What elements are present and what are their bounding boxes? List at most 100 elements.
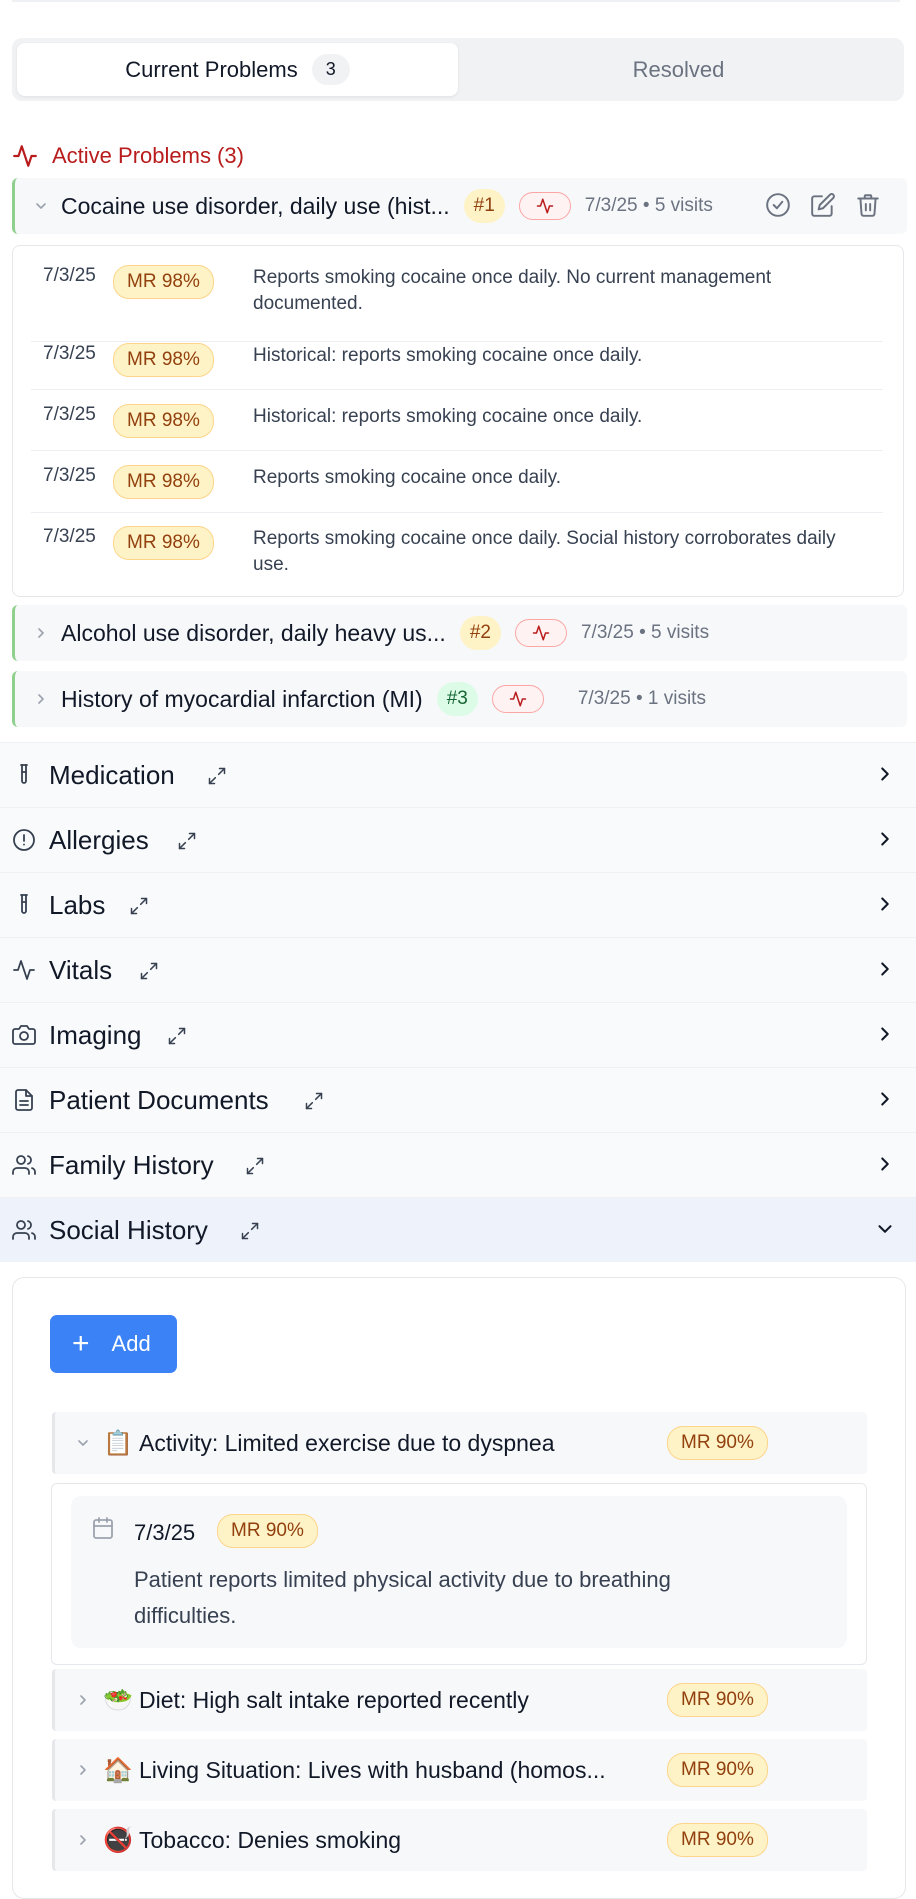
divider — [31, 512, 883, 513]
match-badge: MR 90% — [667, 1753, 768, 1787]
problem-number-badge: #1 — [463, 189, 505, 223]
chevron-right-icon[interactable] — [75, 1762, 99, 1778]
section-labs[interactable]: Labs — [0, 872, 916, 937]
social-item-living-situation[interactable]: 🏠 Living Situation: Lives with husband (… — [52, 1739, 867, 1801]
chevron-right-icon[interactable] — [874, 828, 896, 850]
problem-row-2[interactable]: Alcohol use disorder, daily heavy us... … — [12, 605, 907, 661]
problem-meta: 7/3/25 • 5 visits — [584, 195, 713, 216]
problem-title: Alcohol use disorder, daily heavy us... — [61, 619, 446, 646]
section-label: Social History — [49, 1214, 208, 1245]
plus-icon: + — [72, 1327, 90, 1360]
section-allergies[interactable]: Allergies — [0, 807, 916, 872]
problem-row-1[interactable]: Cocaine use disorder, daily use (hist...… — [12, 178, 907, 234]
maximize-icon[interactable] — [207, 766, 227, 786]
maximize-icon[interactable] — [139, 961, 159, 981]
match-badge: MR 90% — [217, 1514, 318, 1548]
entry-date: 7/3/25 — [43, 465, 96, 486]
chevron-right-icon[interactable] — [874, 763, 896, 785]
entry-text: Reports smoking cocaine once daily. No c… — [253, 267, 772, 314]
maximize-icon[interactable] — [177, 831, 197, 851]
activity-icon — [13, 145, 37, 167]
match-badge: MR 90% — [667, 1426, 768, 1460]
section-family-history[interactable]: Family History — [0, 1132, 916, 1197]
maximize-icon[interactable] — [129, 896, 149, 916]
social-item-diet[interactable]: 🥗 Diet: High salt intake reported recent… — [52, 1669, 867, 1731]
chevron-down-icon[interactable] — [33, 198, 61, 214]
activity-badge — [514, 619, 567, 647]
problem-number-badge: #2 — [459, 616, 501, 650]
match-badge: MR 98% — [113, 343, 214, 377]
add-button-label: Add — [111, 1331, 151, 1356]
maximize-icon[interactable] — [240, 1221, 260, 1241]
section-label: Imaging — [49, 1019, 142, 1050]
maximize-icon[interactable] — [167, 1026, 187, 1046]
section-social-history[interactable]: Social History — [0, 1197, 916, 1262]
trash-icon[interactable] — [855, 192, 881, 218]
section-label: Family History — [49, 1149, 214, 1180]
section-label: Patient Documents — [49, 1084, 269, 1115]
entry-date: 7/3/25 — [43, 343, 96, 364]
problem-title: Cocaine use disorder, daily use (hist... — [61, 192, 450, 219]
chevron-right-icon[interactable] — [874, 1153, 896, 1175]
problem-number-badge: #3 — [436, 682, 478, 716]
chevron-right-icon[interactable] — [75, 1692, 99, 1708]
match-badge: MR 90% — [667, 1823, 768, 1857]
maximize-icon[interactable] — [304, 1091, 324, 1111]
chevron-right-icon[interactable] — [874, 1088, 896, 1110]
chevron-right-icon[interactable] — [874, 958, 896, 980]
active-problems-title: Active Problems (3) — [52, 143, 244, 168]
entry-date: 7/3/25 — [43, 265, 96, 286]
top-divider — [12, 0, 900, 2]
section-medication[interactable]: Medication — [0, 742, 916, 807]
maximize-icon[interactable] — [245, 1156, 265, 1176]
activity-icon — [13, 960, 35, 980]
tab-resolved[interactable]: Resolved — [458, 43, 899, 96]
social-item-label: Tobacco: Denies smoking — [139, 1826, 402, 1853]
tab-current-label: Current Problems — [125, 56, 298, 82]
social-history-panel: + Add 📋 Activity: Limited exercise due t… — [12, 1277, 906, 1899]
match-badge: MR 90% — [667, 1683, 768, 1717]
activity-icon — [536, 198, 554, 214]
chevron-right-icon[interactable] — [75, 1832, 99, 1848]
chevron-right-icon[interactable] — [874, 1023, 896, 1045]
activity-badge — [491, 685, 544, 713]
entry-date: 7/3/25 — [43, 404, 96, 425]
section-label: Labs — [49, 889, 106, 920]
detail-card: 7/3/25 MR 90% Patient reports limited ph… — [71, 1496, 847, 1648]
entry-text: Historical: reports smoking cocaine once… — [253, 406, 643, 427]
chevron-right-icon[interactable] — [33, 625, 61, 641]
social-item-label: Living Situation: Lives with husband (ho… — [139, 1756, 606, 1783]
check-circle-icon[interactable] — [765, 192, 791, 218]
match-badge: MR 98% — [113, 404, 214, 438]
section-label: Vitals — [49, 954, 113, 985]
section-vitals[interactable]: Vitals — [0, 937, 916, 1002]
section-imaging[interactable]: Imaging — [0, 1002, 916, 1067]
alert-circle-icon — [13, 829, 35, 851]
users-icon — [12, 1220, 36, 1240]
activity-badge — [518, 192, 571, 220]
problem-tabs: Current Problems 3 Resolved — [12, 38, 904, 101]
chevron-right-icon[interactable] — [874, 893, 896, 915]
social-item-activity[interactable]: 📋 Activity: Limited exercise due to dysp… — [52, 1412, 867, 1474]
test-tube-icon — [20, 764, 28, 784]
chevron-down-icon[interactable] — [874, 1218, 896, 1240]
social-item-detail: 7/3/25 MR 90% Patient reports limited ph… — [51, 1483, 867, 1665]
tab-current-problems[interactable]: Current Problems 3 — [17, 43, 458, 96]
salad-icon: 🥗 — [103, 1686, 133, 1714]
section-patient-documents[interactable]: Patient Documents — [0, 1067, 916, 1132]
active-problems-heading: Active Problems (3) — [12, 140, 244, 172]
match-badge: MR 98% — [113, 526, 214, 560]
problem-meta: 7/3/25 • 1 visits — [577, 688, 706, 709]
calendar-icon — [93, 1517, 113, 1539]
section-label: Allergies — [49, 824, 149, 855]
clipboard-icon: 📋 — [103, 1429, 133, 1457]
social-item-tobacco[interactable]: 🚭 Tobacco: Denies smoking MR 90% — [52, 1809, 867, 1871]
add-button[interactable]: + Add — [50, 1315, 177, 1373]
no-smoking-icon: 🚭 — [103, 1826, 133, 1854]
entry-text: Reports smoking cocaine once daily. — [253, 467, 562, 488]
problem-row-3[interactable]: History of myocardial infarction (MI) #3… — [12, 671, 907, 727]
document-icon — [15, 1089, 33, 1111]
edit-icon[interactable] — [810, 192, 836, 218]
chevron-right-icon[interactable] — [33, 691, 61, 707]
chevron-down-icon[interactable] — [75, 1435, 99, 1451]
